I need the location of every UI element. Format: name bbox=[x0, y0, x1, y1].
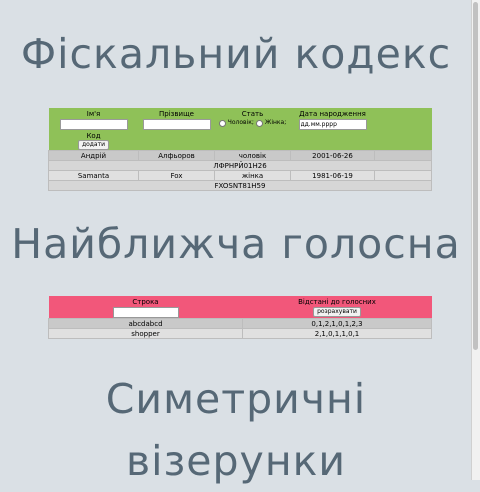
code-label: Код bbox=[86, 132, 101, 140]
gender-male-radio[interactable] bbox=[218, 119, 226, 127]
row-distances: 2,1,0,1,1,0,1 bbox=[242, 328, 432, 339]
gender-male-label: Чоловік; bbox=[227, 119, 254, 126]
row-birth: 1981-06-19 bbox=[290, 170, 375, 181]
birth-input[interactable] bbox=[298, 119, 367, 130]
gender-female-label: Жінка; bbox=[264, 119, 287, 126]
gender-female-radio[interactable] bbox=[255, 119, 263, 127]
symmetric-patterns-title: Симетричні візерунки bbox=[0, 368, 472, 492]
name-cell: Ім'я Код додати bbox=[48, 108, 139, 151]
row-code: ЛФРНРЙ01Н26 bbox=[48, 160, 432, 171]
gender-options: Чоловік; Жінка; bbox=[217, 119, 289, 127]
scrollbar-thumb[interactable] bbox=[473, 2, 478, 350]
table-row: Samanta Fox жінка 1981-06-19 bbox=[48, 170, 432, 181]
row-string: abcdabcd bbox=[48, 318, 243, 329]
vertical-scrollbar[interactable] bbox=[471, 0, 480, 480]
gender-label: Стать bbox=[241, 110, 264, 118]
vowel-header-row: Строка Відстані до голосних розрахувати bbox=[48, 296, 432, 319]
header-spacer bbox=[374, 108, 432, 151]
symmetric-title-line2: візерунки bbox=[125, 437, 347, 485]
row-surname: Fox bbox=[138, 170, 215, 181]
string-input[interactable] bbox=[112, 307, 179, 318]
name-input[interactable] bbox=[59, 119, 128, 130]
row-gender: жінка bbox=[214, 170, 291, 181]
row-name: Samanta bbox=[48, 170, 139, 181]
nearest-vowel-table: Строка Відстані до голосних розрахувати … bbox=[48, 296, 432, 339]
page: Фіскальний кодекс Ім'я Код додати Прізви… bbox=[0, 0, 472, 485]
distances-label: Відстані до голосних bbox=[298, 298, 376, 306]
gender-cell: Стать Чоловік; Жінка; bbox=[214, 108, 291, 151]
row-gender: чоловік bbox=[214, 150, 291, 161]
nearest-vowel-title: Найближча голосна bbox=[11, 220, 461, 268]
table-row: abcdabcd 0,1,2,1,0,1,2,3 bbox=[48, 318, 432, 329]
table-row: Андрій Алфьоров чоловік 2001-06-26 bbox=[48, 150, 432, 161]
fiscal-header-row: Ім'я Код додати Прізвище Стать Чоловік; … bbox=[48, 108, 432, 151]
table-row: FXOSNT81H59 bbox=[48, 180, 432, 191]
row-distances: 0,1,2,1,0,1,2,3 bbox=[242, 318, 432, 329]
row-empty bbox=[374, 150, 432, 161]
distances-cell: Відстані до голосних розрахувати bbox=[242, 296, 432, 319]
row-code: FXOSNT81H59 bbox=[48, 180, 432, 191]
table-row: shopper 2,1,0,1,1,0,1 bbox=[48, 328, 432, 339]
surname-input[interactable] bbox=[142, 119, 211, 130]
table-row: ЛФРНРЙ01Н26 bbox=[48, 160, 432, 171]
row-name: Андрій bbox=[48, 150, 139, 161]
row-birth: 2001-06-26 bbox=[290, 150, 375, 161]
fiscal-code-table: Ім'я Код додати Прізвище Стать Чоловік; … bbox=[48, 108, 432, 191]
row-string: shopper bbox=[48, 328, 243, 339]
calculate-button[interactable]: розрахувати bbox=[313, 307, 361, 317]
row-empty bbox=[374, 170, 432, 181]
string-cell: Строка bbox=[48, 296, 243, 319]
row-surname: Алфьоров bbox=[138, 150, 215, 161]
surname-label: Прізвище bbox=[159, 110, 194, 118]
birth-label: Дата народження bbox=[299, 110, 366, 118]
symmetric-title-line1: Симетричні bbox=[105, 375, 367, 423]
add-button[interactable]: додати bbox=[77, 140, 110, 150]
string-label: Строка bbox=[132, 298, 159, 306]
birth-cell: Дата народження bbox=[290, 108, 375, 151]
name-label: Ім'я bbox=[86, 110, 101, 118]
surname-cell: Прізвище bbox=[138, 108, 215, 151]
fiscal-code-title: Фіскальний кодекс bbox=[20, 30, 452, 78]
